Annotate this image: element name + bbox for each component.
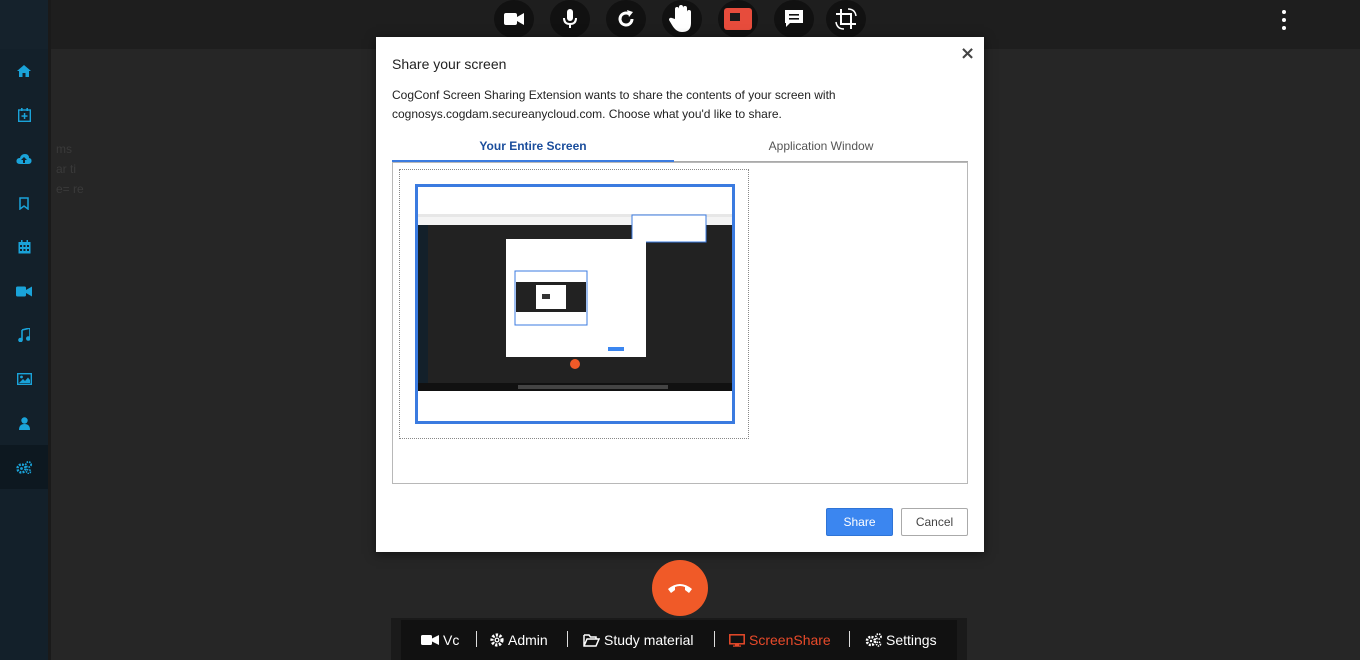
music-icon — [18, 328, 30, 342]
nav-item-study-material[interactable]: Study material — [583, 620, 693, 660]
nav-item-settings[interactable]: Settings — [865, 620, 937, 660]
sidebar-item-calendar-add[interactable] — [0, 93, 48, 137]
refresh-icon[interactable] — [606, 0, 646, 38]
nav-separator — [567, 631, 568, 647]
bookmark-icon — [19, 196, 29, 210]
share-tabs: Your Entire Screen Application Window — [392, 136, 968, 162]
calendar-add-icon — [17, 108, 31, 122]
sidebar-divider — [48, 0, 51, 660]
screen-thumbnail-option[interactable] — [399, 169, 749, 439]
sidebar-item-images[interactable] — [0, 357, 48, 401]
gear-icon — [490, 633, 504, 647]
sidebar-item-bookmark[interactable] — [0, 181, 48, 225]
bottom-nav: Vc Admin Study material ScreenShare Sett… — [391, 618, 967, 660]
cloud-upload-icon — [16, 154, 32, 164]
nav-label-study-material: Study material — [604, 632, 694, 648]
cancel-button[interactable]: Cancel — [901, 508, 968, 536]
background-text-line: e= re — [56, 182, 84, 196]
screen-preview-image — [418, 187, 732, 421]
crop-rotate-icon[interactable] — [826, 0, 866, 38]
nav-label-settings: Settings — [886, 632, 937, 648]
share-screen-dialog: Share your screen × CogConf Screen Shari… — [376, 37, 984, 552]
nav-label-screenshare: ScreenShare — [749, 632, 831, 648]
monitor-icon — [729, 633, 745, 647]
video-camera-icon[interactable] — [494, 0, 534, 38]
nav-label-vc: Vc — [443, 632, 460, 648]
sidebar-item-music[interactable] — [0, 313, 48, 357]
sidebar — [0, 0, 48, 660]
cogs-icon — [865, 633, 882, 647]
sidebar-item-settings[interactable] — [0, 445, 48, 489]
image-icon — [16, 373, 32, 385]
close-icon[interactable]: × — [960, 43, 975, 64]
sidebar-item-upload[interactable] — [0, 137, 48, 181]
folder-open-icon — [583, 633, 600, 647]
nav-item-admin[interactable]: Admin — [490, 620, 548, 660]
nav-item-screenshare[interactable]: ScreenShare — [729, 620, 831, 660]
sidebar-item-home[interactable] — [0, 49, 48, 93]
microphone-icon[interactable] — [550, 0, 590, 38]
nav-item-vc[interactable]: Vc — [421, 620, 459, 660]
nav-separator — [849, 631, 850, 647]
raise-hand-icon[interactable] — [662, 0, 702, 38]
screen-share-icon[interactable] — [718, 0, 758, 38]
chat-icon[interactable] — [774, 0, 814, 38]
video-icon — [16, 286, 32, 296]
dialog-title: Share your screen — [392, 56, 507, 72]
dialog-description: CogConf Screen Sharing Extension wants t… — [392, 88, 836, 121]
background-text-line: ms — [56, 142, 72, 156]
sidebar-item-calendar[interactable] — [0, 225, 48, 269]
share-button[interactable]: Share — [826, 508, 893, 536]
tab-application-window[interactable]: Application Window — [674, 136, 968, 162]
phone-hangup-icon — [668, 584, 692, 593]
user-icon — [18, 416, 30, 430]
source-list — [392, 162, 968, 484]
cogs-icon — [16, 460, 32, 474]
sidebar-item-video[interactable] — [0, 269, 48, 313]
sidebar-item-user[interactable] — [0, 401, 48, 445]
hangup-button[interactable] — [652, 560, 708, 616]
video-camera-icon — [421, 635, 439, 645]
home-icon — [17, 65, 31, 77]
background-text-line: ar ti — [56, 162, 77, 176]
nav-separator — [714, 631, 715, 647]
more-vertical-icon[interactable] — [1276, 10, 1292, 30]
tab-entire-screen[interactable]: Your Entire Screen — [392, 136, 674, 162]
nav-label-admin: Admin — [508, 632, 548, 648]
calendar-icon — [18, 240, 30, 254]
screen-thumbnail — [415, 184, 735, 424]
nav-separator — [476, 631, 477, 647]
